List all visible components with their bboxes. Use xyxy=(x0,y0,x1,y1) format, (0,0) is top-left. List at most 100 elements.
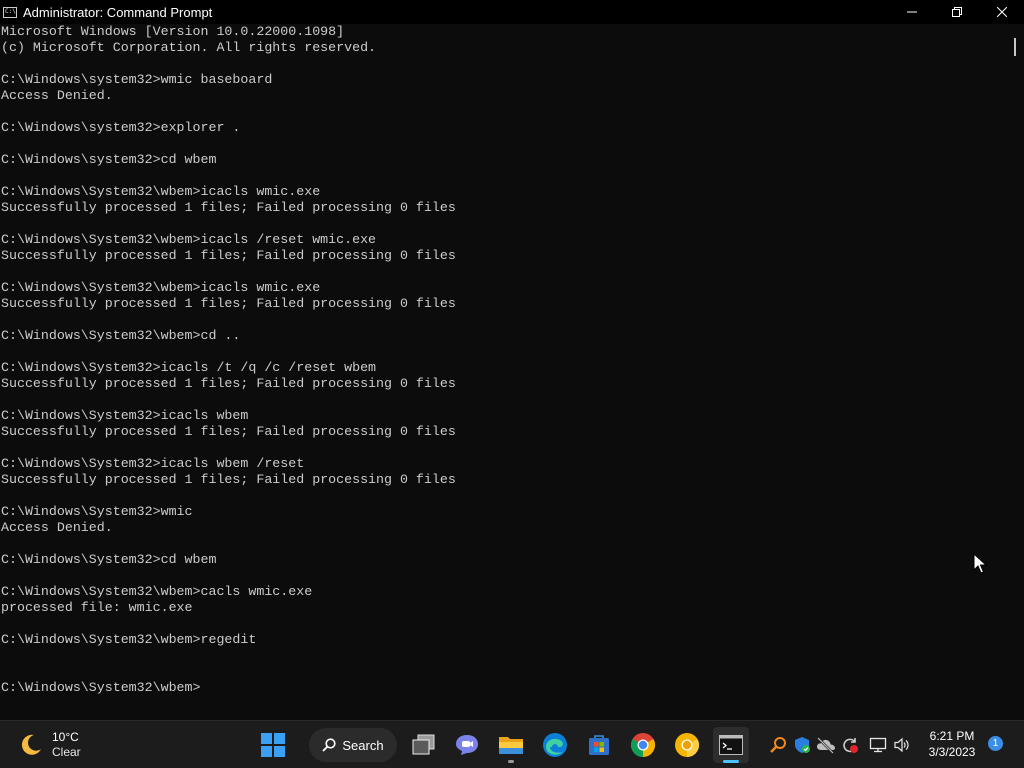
window-controls xyxy=(889,0,1024,24)
weather-widget[interactable]: 10°C Clear xyxy=(18,729,81,761)
console-line: Microsoft Windows [Version 10.0.22000.10… xyxy=(1,24,345,39)
active-indicator xyxy=(723,760,739,763)
weather-condition: Clear xyxy=(52,745,81,759)
console-line: Access Denied. xyxy=(1,520,113,535)
weather-temperature: 10°C xyxy=(52,730,79,744)
console-line: C:\Windows\System32>icacls wbem /reset xyxy=(1,456,305,471)
clock-date: 3/3/2023 xyxy=(928,745,976,759)
console-line: Successfully processed 1 files; Failed p… xyxy=(1,376,456,391)
edge-icon xyxy=(543,733,567,757)
command-prompt-app-icon[interactable]: C:\ xyxy=(3,6,17,18)
console-line: Successfully processed 1 files; Failed p… xyxy=(1,248,456,263)
vertical-scrollbar[interactable] xyxy=(1008,24,1024,720)
speaker-icon xyxy=(894,737,909,753)
cloud-offline-icon xyxy=(817,737,835,754)
minimize-icon xyxy=(906,11,917,13)
mouse-pointer-icon xyxy=(973,553,987,574)
shield-icon xyxy=(795,737,810,753)
windows-logo-icon xyxy=(261,733,285,757)
edge-button[interactable] xyxy=(537,727,573,763)
console-line: Successfully processed 1 files; Failed p… xyxy=(1,424,456,439)
task-view-icon xyxy=(412,734,435,755)
clock-time: 6:21 PM xyxy=(929,729,975,743)
console-line: C:\Windows\System32\wbem>cd .. xyxy=(1,328,241,343)
console-line: C:\Windows\System32>icacls wbem xyxy=(1,408,249,423)
display-button[interactable] xyxy=(867,733,889,757)
sync-icon xyxy=(843,738,858,753)
console-line: C:\Windows\System32\wbem>icacls /reset w… xyxy=(1,232,377,247)
chat-button[interactable] xyxy=(449,727,485,763)
magnifier-tray-icon xyxy=(770,737,786,753)
console-line: Access Denied. xyxy=(1,88,113,103)
terminal-icon xyxy=(719,735,743,755)
chrome-icon xyxy=(630,733,656,757)
console-line: C:\Windows\System32>icacls /t /q /c /res… xyxy=(1,360,377,375)
search-icon xyxy=(322,738,336,752)
network-status-button[interactable] xyxy=(815,733,837,757)
monitor-icon xyxy=(869,737,887,753)
system-clock[interactable]: 6:21 PM 3/3/2023 xyxy=(918,728,986,760)
console-line: Successfully processed 1 files; Failed p… xyxy=(1,296,456,311)
restore-icon xyxy=(951,7,962,17)
close-icon xyxy=(996,7,1007,17)
start-button[interactable] xyxy=(255,727,291,763)
console-line: C:\Windows\System32>wmic xyxy=(1,504,193,519)
console-line: (c) Microsoft Corporation. All rights re… xyxy=(1,40,377,55)
console-line: C:\Windows\System32\wbem>regedit xyxy=(1,632,257,647)
notification-badge[interactable]: 1 xyxy=(988,736,1003,751)
chrome-canary-button[interactable] xyxy=(669,727,705,763)
minimize-button[interactable] xyxy=(889,0,934,24)
search-label: Search xyxy=(342,737,384,753)
console-line: Successfully processed 1 files; Failed p… xyxy=(1,200,456,215)
chrome-canary-icon xyxy=(675,733,700,757)
folder-icon xyxy=(499,737,523,754)
sync-status-button[interactable] xyxy=(839,733,861,757)
close-button[interactable] xyxy=(979,0,1024,24)
microsoft-store-button[interactable] xyxy=(581,727,617,763)
search-button[interactable]: Search xyxy=(309,728,397,762)
console-line: C:\Windows\system32>cd wbem xyxy=(1,152,217,167)
teams-chat-icon xyxy=(456,735,478,755)
windows-security-button[interactable] xyxy=(791,733,813,757)
console-line: C:\Windows\system32>explorer . xyxy=(1,120,241,135)
console-line: C:\Windows\System32\wbem> xyxy=(1,680,201,695)
running-indicator xyxy=(508,760,514,763)
title-bar: C:\ Administrator: Command Prompt xyxy=(0,0,1024,24)
app-icon-label: C:\ xyxy=(5,7,16,15)
taskbar: 10°C Clear Search 6:21 PM 3/3/2023 xyxy=(0,720,1024,768)
console-line: Successfully processed 1 files; Failed p… xyxy=(1,472,456,487)
console-line: C:\Windows\System32>cd wbem xyxy=(1,552,217,567)
console-line: C:\Windows\System32\wbem>icacls wmic.exe xyxy=(1,280,321,295)
console-line: C:\Windows\System32\wbem>icacls wmic.exe xyxy=(1,184,321,199)
console-line: C:\Windows\System32\wbem>cacls wmic.exe xyxy=(1,584,313,599)
window-title: Administrator: Command Prompt xyxy=(23,4,213,20)
file-explorer-button[interactable] xyxy=(493,727,529,763)
console-line: processed file: wmic.exe xyxy=(1,600,193,615)
volume-button[interactable] xyxy=(891,733,913,757)
search-tray-button[interactable] xyxy=(767,733,789,757)
console-line: C:\Windows\system32>wmic baseboard xyxy=(1,72,273,87)
moon-icon xyxy=(21,734,41,755)
task-view-button[interactable] xyxy=(406,727,442,763)
scrollbar-thumb[interactable] xyxy=(1014,38,1016,56)
console-output[interactable]: Microsoft Windows [Version 10.0.22000.10… xyxy=(0,24,1008,720)
store-icon xyxy=(589,735,609,755)
chrome-button[interactable] xyxy=(625,727,661,763)
command-prompt-taskbar-button[interactable] xyxy=(713,727,749,763)
maximize-button[interactable] xyxy=(934,0,979,24)
